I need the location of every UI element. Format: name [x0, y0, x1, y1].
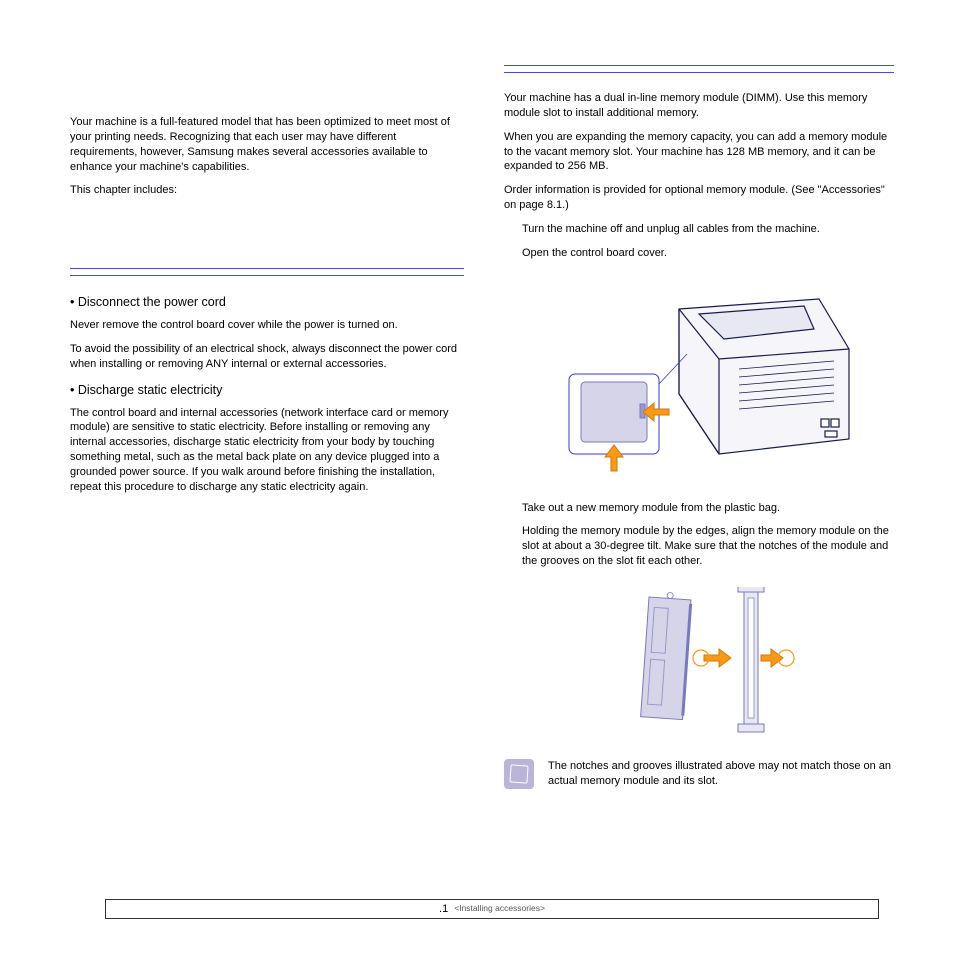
bullet-disconnect-title: Disconnect the power cord — [70, 294, 464, 311]
note-icon — [504, 759, 534, 789]
section-divider-right — [504, 65, 894, 73]
step-4: Holding the memory module by the edges, … — [504, 524, 894, 569]
chapter-label: <Installing accessories> — [454, 903, 545, 914]
step-1: Turn the machine off and unplug all cabl… — [504, 222, 894, 237]
step-2: Open the control board cover. — [504, 246, 894, 261]
note-text: The notches and grooves illustrated abov… — [548, 759, 894, 789]
right-p1: Your machine has a dual in-line memory m… — [504, 91, 894, 121]
bullet-static-p1: The control board and internal accessori… — [70, 406, 464, 495]
right-p2: When you are expanding the memory capaci… — [504, 130, 894, 175]
figure-dimm — [504, 587, 894, 737]
figure-printer — [504, 279, 894, 479]
intro-paragraph: Your machine is a full-featured model th… — [70, 115, 464, 174]
bullet-disconnect-p2: To avoid the possibility of an electrica… — [70, 342, 464, 372]
page-number: .1 — [439, 902, 448, 917]
step-3: Take out a new memory module from the pl… — [504, 501, 894, 516]
right-p3: Order information is provided for option… — [504, 183, 894, 213]
chapter-includes: This chapter includes: — [70, 183, 464, 198]
note-block: The notches and grooves illustrated abov… — [504, 759, 894, 798]
bullet-disconnect-p1: Never remove the control board cover whi… — [70, 318, 464, 333]
bullet-static-title: Discharge static electricity — [70, 382, 464, 399]
page-footer: .1 <Installing accessories> — [105, 899, 879, 919]
section-divider — [70, 268, 464, 276]
